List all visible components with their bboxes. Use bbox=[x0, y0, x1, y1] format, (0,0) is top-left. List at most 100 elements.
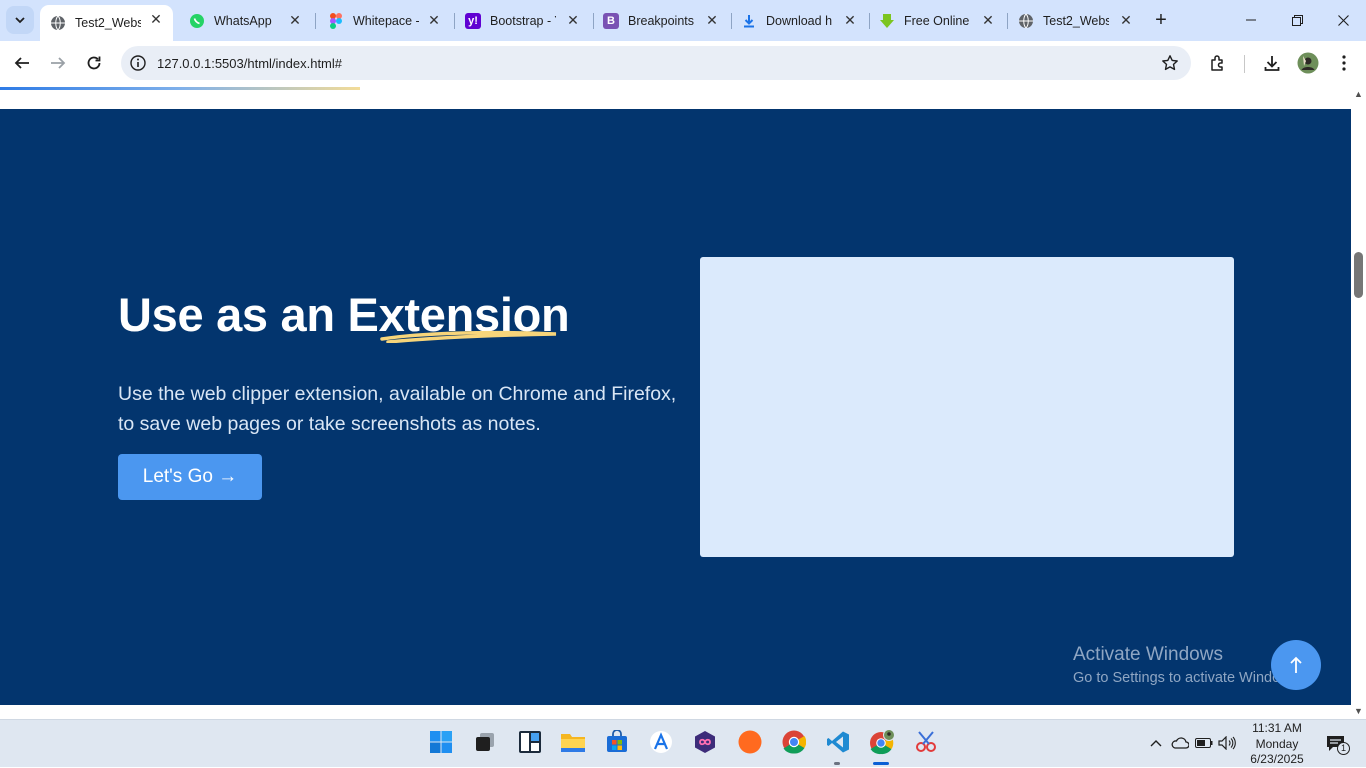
section-title: Use as an Extension bbox=[118, 287, 570, 343]
site-info-icon[interactable] bbox=[129, 54, 147, 72]
figma-icon bbox=[328, 12, 344, 29]
watermark-title: Activate Windows bbox=[1073, 644, 1223, 665]
tab-search-button[interactable] bbox=[6, 6, 34, 34]
tab-divider bbox=[454, 13, 455, 29]
notification-badge: 1 bbox=[1337, 742, 1350, 755]
close-icon[interactable]: ✕ bbox=[705, 13, 719, 27]
close-icon[interactable]: ✕ bbox=[843, 13, 857, 27]
tab-divider bbox=[315, 13, 316, 29]
notification-center-button[interactable]: 1 bbox=[1323, 733, 1350, 755]
tab-label: Breakpoints bbox=[628, 13, 694, 28]
address-url: 127.0.0.1:5503/html/index.html# bbox=[157, 56, 343, 71]
extension-section: Use as an Extension Use the web clipper … bbox=[0, 109, 1351, 705]
chevron-down-icon bbox=[15, 17, 25, 24]
close-icon[interactable]: ✕ bbox=[1119, 13, 1133, 27]
tab-label: WhatsApp bbox=[214, 13, 272, 28]
system-clock[interactable]: 11:31 AM Monday 6/23/2025 bbox=[1244, 721, 1310, 768]
title-underline-decoration bbox=[380, 330, 557, 343]
window-close-button[interactable] bbox=[1320, 0, 1366, 40]
reload-button[interactable] bbox=[80, 49, 108, 77]
profile-avatar[interactable] bbox=[1297, 52, 1319, 74]
app-compass-icon[interactable] bbox=[737, 729, 763, 755]
show-hidden-icons-chevron-icon[interactable] bbox=[1147, 734, 1165, 752]
new-tab-button[interactable]: + bbox=[1150, 9, 1172, 31]
bootstrap-icon: B bbox=[603, 12, 619, 29]
scroll-to-top-button[interactable] bbox=[1271, 640, 1321, 690]
restore-button[interactable] bbox=[1274, 0, 1320, 40]
active-app-indicator bbox=[873, 762, 889, 765]
snipping-tool-icon[interactable] bbox=[913, 729, 939, 755]
download-icon bbox=[1264, 56, 1280, 71]
close-icon[interactable]: ✕ bbox=[149, 12, 163, 26]
arrow-left-icon bbox=[14, 57, 29, 69]
tab-free-online[interactable]: Free Online W ✕ bbox=[872, 6, 1005, 35]
volume-icon[interactable] bbox=[1218, 734, 1236, 752]
extensions-button[interactable] bbox=[1207, 52, 1229, 74]
tab-label: Free Online W bbox=[904, 13, 970, 28]
vscode-icon[interactable] bbox=[825, 729, 851, 755]
widgets-icon[interactable] bbox=[517, 729, 543, 755]
tab-breakpoints[interactable]: B Breakpoints ✕ bbox=[596, 6, 729, 35]
close-icon[interactable]: ✕ bbox=[288, 13, 302, 27]
page-scrollbar[interactable]: ▲ ▼ bbox=[1351, 86, 1366, 719]
scroll-up-arrow-icon[interactable]: ▲ bbox=[1354, 90, 1363, 99]
clock-day: Monday bbox=[1255, 736, 1299, 751]
minimize-button[interactable] bbox=[1228, 0, 1274, 40]
app-running-indicator bbox=[834, 762, 840, 765]
forward-button[interactable] bbox=[44, 49, 72, 77]
chrome-icon[interactable] bbox=[781, 729, 807, 755]
tab-test2-website-2[interactable]: Test2_Website ✕ bbox=[1010, 6, 1143, 35]
activate-windows-watermark: Activate Windows Go to Settings to activ… bbox=[1073, 644, 1302, 686]
store-icon[interactable] bbox=[604, 729, 630, 755]
app-a-icon[interactable] bbox=[648, 729, 674, 755]
lets-go-button[interactable]: Let's Go → bbox=[118, 454, 262, 500]
tab-label: Whitepace - Y bbox=[353, 13, 419, 28]
downloads-button[interactable] bbox=[1261, 52, 1283, 74]
scroll-down-arrow-icon[interactable]: ▼ bbox=[1354, 707, 1363, 716]
tab-divider bbox=[731, 13, 732, 29]
close-icon[interactable]: ✕ bbox=[427, 13, 441, 27]
page-viewport: Use as an Extension Use the web clipper … bbox=[0, 86, 1351, 719]
tab-label: Test2_Website bbox=[1043, 13, 1109, 28]
tab-bootstrap-yahoo[interactable]: y! Bootstrap - Ya ✕ bbox=[457, 6, 590, 35]
restore-icon bbox=[1291, 14, 1303, 26]
section-description: Use the web clipper extension, available… bbox=[118, 383, 677, 435]
chrome-profile-icon[interactable] bbox=[869, 729, 895, 755]
tab-divider bbox=[593, 13, 594, 29]
address-bar[interactable]: 127.0.0.1:5503/html/index.html# bbox=[121, 46, 1191, 80]
globe-icon bbox=[1018, 13, 1034, 29]
menu-button[interactable] bbox=[1333, 52, 1355, 74]
file-explorer-icon[interactable] bbox=[560, 729, 586, 755]
app-infinity-icon[interactable] bbox=[692, 729, 718, 755]
tab-divider bbox=[869, 13, 870, 29]
tab-label: Download htm bbox=[766, 13, 832, 28]
close-icon[interactable]: ✕ bbox=[981, 13, 995, 27]
scroll-progress-bar bbox=[0, 87, 360, 90]
toolbar-divider bbox=[1244, 55, 1245, 73]
scrollbar-thumb[interactable] bbox=[1354, 252, 1363, 298]
start-icon[interactable] bbox=[428, 729, 454, 755]
task-view-icon[interactable] bbox=[472, 729, 498, 755]
battery-icon[interactable] bbox=[1195, 734, 1213, 752]
download-icon bbox=[741, 13, 757, 29]
arrow-up-icon bbox=[1290, 656, 1302, 673]
tab-whatsapp[interactable]: WhatsApp ✕ bbox=[179, 6, 312, 35]
tab-divider bbox=[1007, 13, 1008, 29]
clock-date: 6/23/2025 bbox=[1250, 752, 1304, 766]
globe-icon bbox=[50, 15, 66, 31]
onedrive-cloud-icon[interactable] bbox=[1171, 734, 1189, 752]
tab-label: Test2_Website bbox=[75, 16, 141, 30]
close-icon[interactable]: ✕ bbox=[566, 13, 580, 27]
windows-taskbar: 11:31 AM Monday 6/23/2025 1 bbox=[0, 719, 1366, 767]
browser-toolbar: 127.0.0.1:5503/html/index.html# bbox=[0, 41, 1366, 86]
extension-image-placeholder bbox=[700, 257, 1234, 557]
clock-time: 11:31 AM bbox=[1252, 721, 1302, 735]
tab-whitepace[interactable]: Whitepace - Y ✕ bbox=[318, 6, 451, 35]
tab-test2-website[interactable]: Test2_Website ✕ bbox=[40, 5, 173, 41]
watermark-subtitle: Go to Settings to activate Windows. bbox=[1073, 670, 1302, 686]
tab-download[interactable]: Download htm ✕ bbox=[734, 6, 867, 35]
star-icon[interactable] bbox=[1161, 54, 1179, 72]
back-button[interactable] bbox=[8, 49, 36, 77]
download-green-icon bbox=[879, 13, 895, 29]
close-icon bbox=[1337, 14, 1349, 26]
